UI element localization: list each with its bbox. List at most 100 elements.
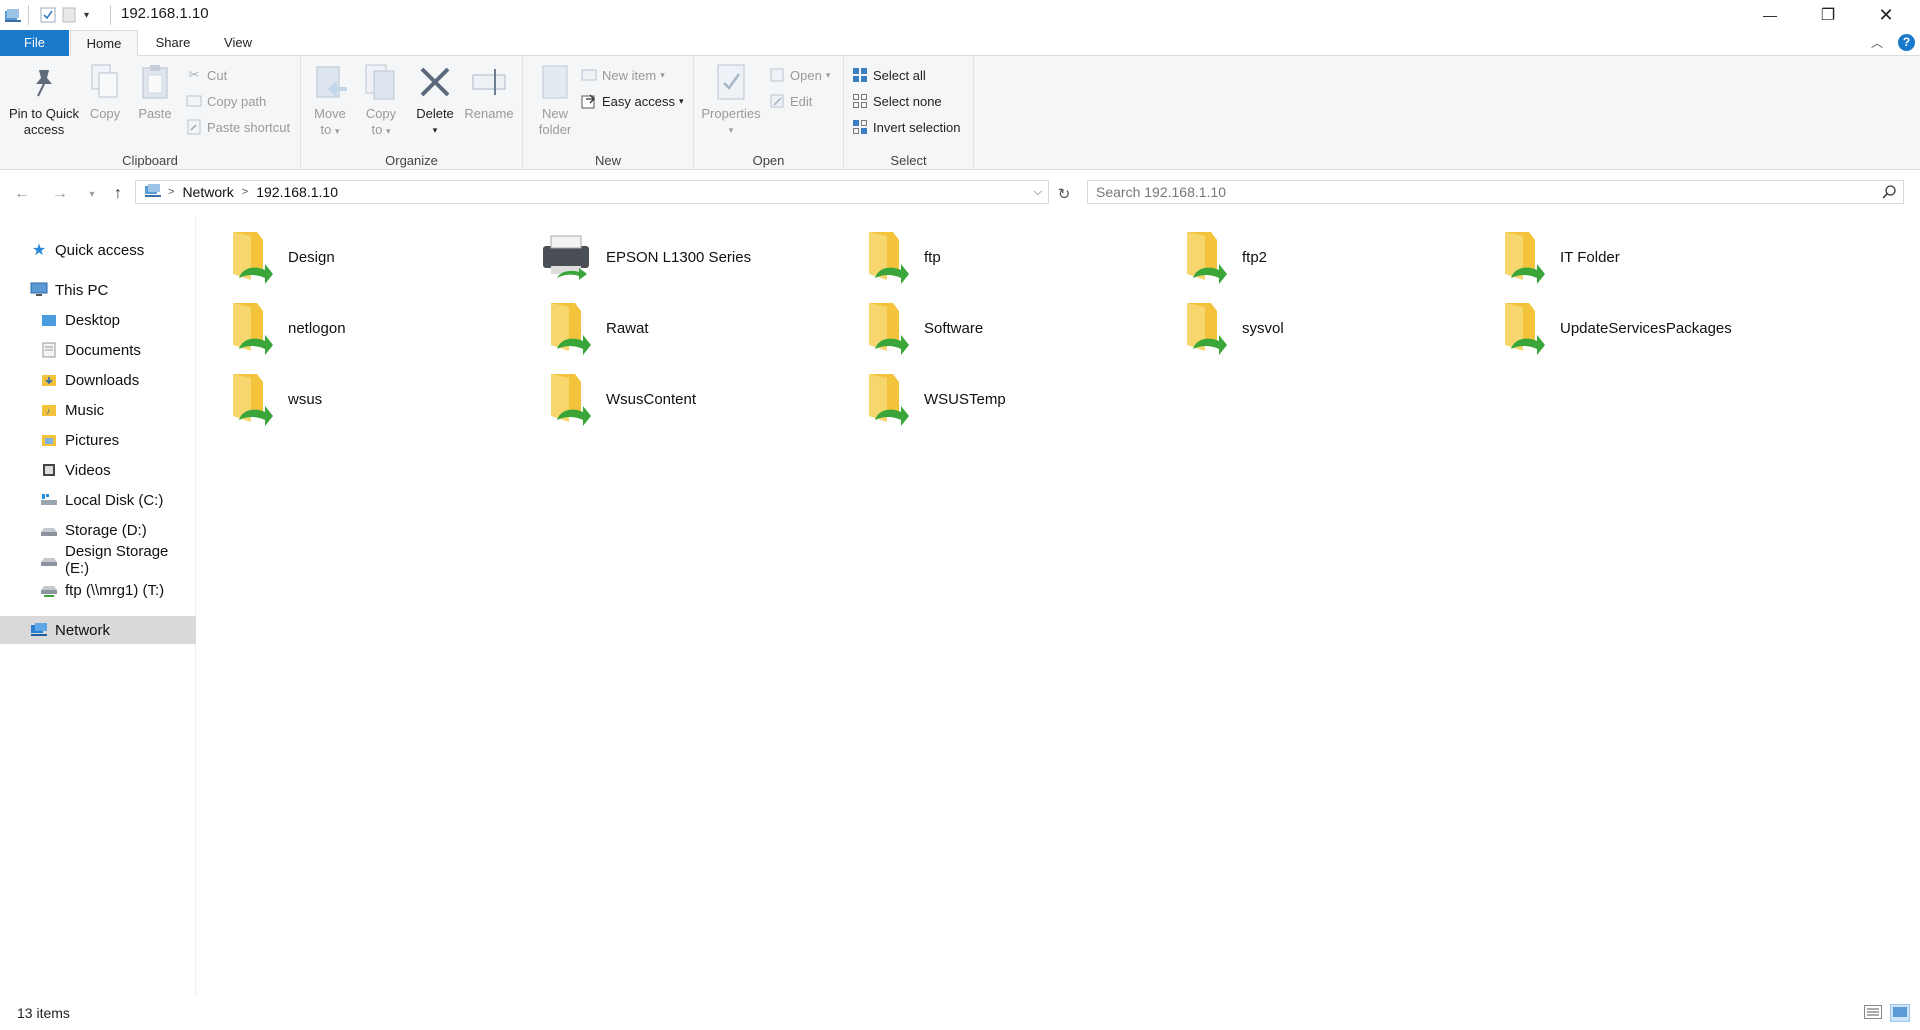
share-item[interactable]: ftp (832, 224, 1150, 290)
network-icon (30, 621, 48, 639)
nav-desktop[interactable]: Desktop (0, 306, 196, 334)
move-to-icon (310, 62, 350, 102)
select-all-button[interactable]: Select all (852, 64, 926, 86)
shared-folder-icon (538, 371, 594, 427)
up-button[interactable]: ↑ (106, 182, 130, 206)
shared-folder-icon (1492, 229, 1548, 285)
share-item[interactable]: IT Folder (1468, 224, 1786, 290)
breadcrumb-chevron-icon[interactable]: > (242, 186, 248, 198)
shared-folder-icon (220, 371, 276, 427)
back-button[interactable]: ← (10, 182, 34, 206)
share-item[interactable]: netlogon (196, 295, 514, 361)
item-name: UpdateServicesPackages (1560, 319, 1732, 337)
breadcrumb-chevron-icon[interactable]: > (168, 186, 174, 198)
properties-label: Properties (701, 106, 761, 121)
tab-home[interactable]: Home (70, 30, 138, 57)
new-item-button[interactable]: New item ▾ (581, 64, 665, 86)
tab-share[interactable]: Share (140, 30, 206, 56)
status-bar: 13 items (0, 996, 1920, 1030)
share-item[interactable]: UpdateServicesPackages (1468, 295, 1786, 361)
edit-button[interactable]: Edit (769, 90, 812, 112)
move-to-label-line2: to ▾ (320, 122, 340, 137)
invert-selection-button[interactable]: Invert selection (852, 116, 960, 138)
copy-to-button[interactable]: Copy to ▾ (359, 62, 403, 139)
select-all-icon (852, 67, 868, 83)
paste-shortcut-button[interactable]: Paste shortcut (186, 116, 290, 138)
dropdown-arrow-icon: ▾ (432, 125, 438, 135)
easy-access-button[interactable]: Easy access ▾ (581, 90, 684, 112)
item-name: Software (924, 319, 984, 337)
nav-documents[interactable]: Documents (0, 336, 196, 364)
address-bar[interactable]: > Network > 192.168.1.10 ⌵ (135, 180, 1049, 204)
drive-icon (40, 521, 58, 539)
minimize-button[interactable]: — (1741, 0, 1799, 30)
cut-button[interactable]: ✂ Cut (186, 64, 228, 86)
forward-button[interactable]: → (48, 182, 72, 206)
search-icon[interactable] (1881, 184, 1897, 203)
copy-button[interactable]: Copy (84, 62, 126, 122)
breadcrumb-host[interactable]: 192.168.1.10 (256, 184, 338, 200)
share-item[interactable]: Software (832, 295, 1150, 361)
computer-icon (30, 281, 48, 299)
share-item[interactable]: WsusContent (514, 366, 832, 432)
new-folder-button[interactable]: New folder (531, 62, 579, 138)
nav-local-disk-c[interactable]: Local Disk (C:) (0, 486, 196, 514)
move-to-button[interactable]: Move to ▾ (308, 62, 352, 139)
nav-music[interactable]: ♪ Music (0, 396, 196, 424)
details-view-button[interactable] (1863, 1004, 1883, 1022)
large-icons-view-button[interactable] (1890, 1004, 1910, 1022)
nav-downloads[interactable]: Downloads (0, 366, 196, 394)
breadcrumb-network[interactable]: Network (182, 184, 233, 200)
item-name: IT Folder (1560, 248, 1620, 266)
new-folder-quick-icon[interactable] (62, 5, 76, 25)
copy-path-button[interactable]: Copy path (186, 90, 266, 112)
tab-view[interactable]: View (207, 30, 269, 56)
nav-storage-d[interactable]: Storage (D:) (0, 516, 196, 544)
nav-design-storage-e[interactable]: Design Storage (E:) (0, 543, 196, 577)
shared-folder-icon (1492, 300, 1548, 356)
rename-button[interactable]: Rename (463, 62, 515, 122)
pin-to-quick-access-button[interactable]: Pin to Quick access (4, 62, 84, 138)
select-none-button[interactable]: Select none (852, 90, 942, 112)
close-button[interactable]: ✕ (1857, 0, 1915, 30)
address-dropdown-icon[interactable]: ⌵ (1034, 186, 1042, 199)
recent-locations-button[interactable]: ▾ (80, 182, 104, 206)
refresh-button[interactable]: ↻ (1052, 182, 1076, 206)
share-item[interactable]: Rawat (514, 295, 832, 361)
nav-label: Downloads (65, 371, 140, 389)
properties-quick-icon[interactable] (40, 5, 56, 25)
invert-selection-icon (852, 119, 868, 135)
nav-quick-access[interactable]: ★ Quick access (0, 236, 196, 264)
share-item[interactable]: ftp2 (1150, 224, 1468, 290)
paste-button[interactable]: Paste (133, 62, 177, 122)
select-group: Select all Select none Invert selection … (844, 56, 974, 170)
paste-label: Paste (138, 106, 172, 121)
app-icon[interactable] (4, 5, 22, 25)
maximize-button[interactable]: ❐ (1799, 0, 1857, 30)
navigation-pane: ★ Quick access This PC Desktop Documents… (0, 216, 196, 996)
nav-videos[interactable]: Videos (0, 456, 196, 484)
properties-icon (711, 62, 751, 102)
nav-network[interactable]: Network (0, 616, 196, 644)
window-title: 192.168.1.10 (121, 5, 209, 22)
tab-file[interactable]: File (0, 30, 69, 56)
open-group: Properties ▾ Open ▾ Edit Open (694, 56, 844, 170)
nav-this-pc[interactable]: This PC (0, 276, 196, 304)
nav-label: Network (55, 621, 111, 639)
nav-ftp-network-drive-t[interactable]: ftp (\\mrg1) (T:) (0, 576, 196, 604)
delete-button[interactable]: Delete ▾ (413, 62, 457, 138)
share-item[interactable]: sysvol (1150, 295, 1468, 361)
customize-quick-access-icon[interactable]: ▾ (84, 5, 89, 25)
share-item[interactable]: wsus (196, 366, 514, 432)
search-input[interactable]: Search 192.168.1.10 (1087, 180, 1904, 204)
help-icon[interactable]: ? (1898, 34, 1915, 51)
nav-pictures[interactable]: Pictures (0, 426, 196, 454)
share-item[interactable]: WSUSTemp (832, 366, 1150, 432)
printer-item[interactable]: EPSON L1300 Series (514, 224, 832, 290)
share-item[interactable]: Design (196, 224, 514, 290)
open-button[interactable]: Open ▾ (769, 64, 830, 86)
clipboard-group: Pin to Quick access Copy Paste ✂ Cut Cop… (0, 56, 301, 170)
minimize-ribbon-icon[interactable]: ︿ (1871, 34, 1883, 51)
properties-button[interactable]: Properties ▾ (698, 62, 764, 138)
item-name: Design (288, 248, 335, 266)
